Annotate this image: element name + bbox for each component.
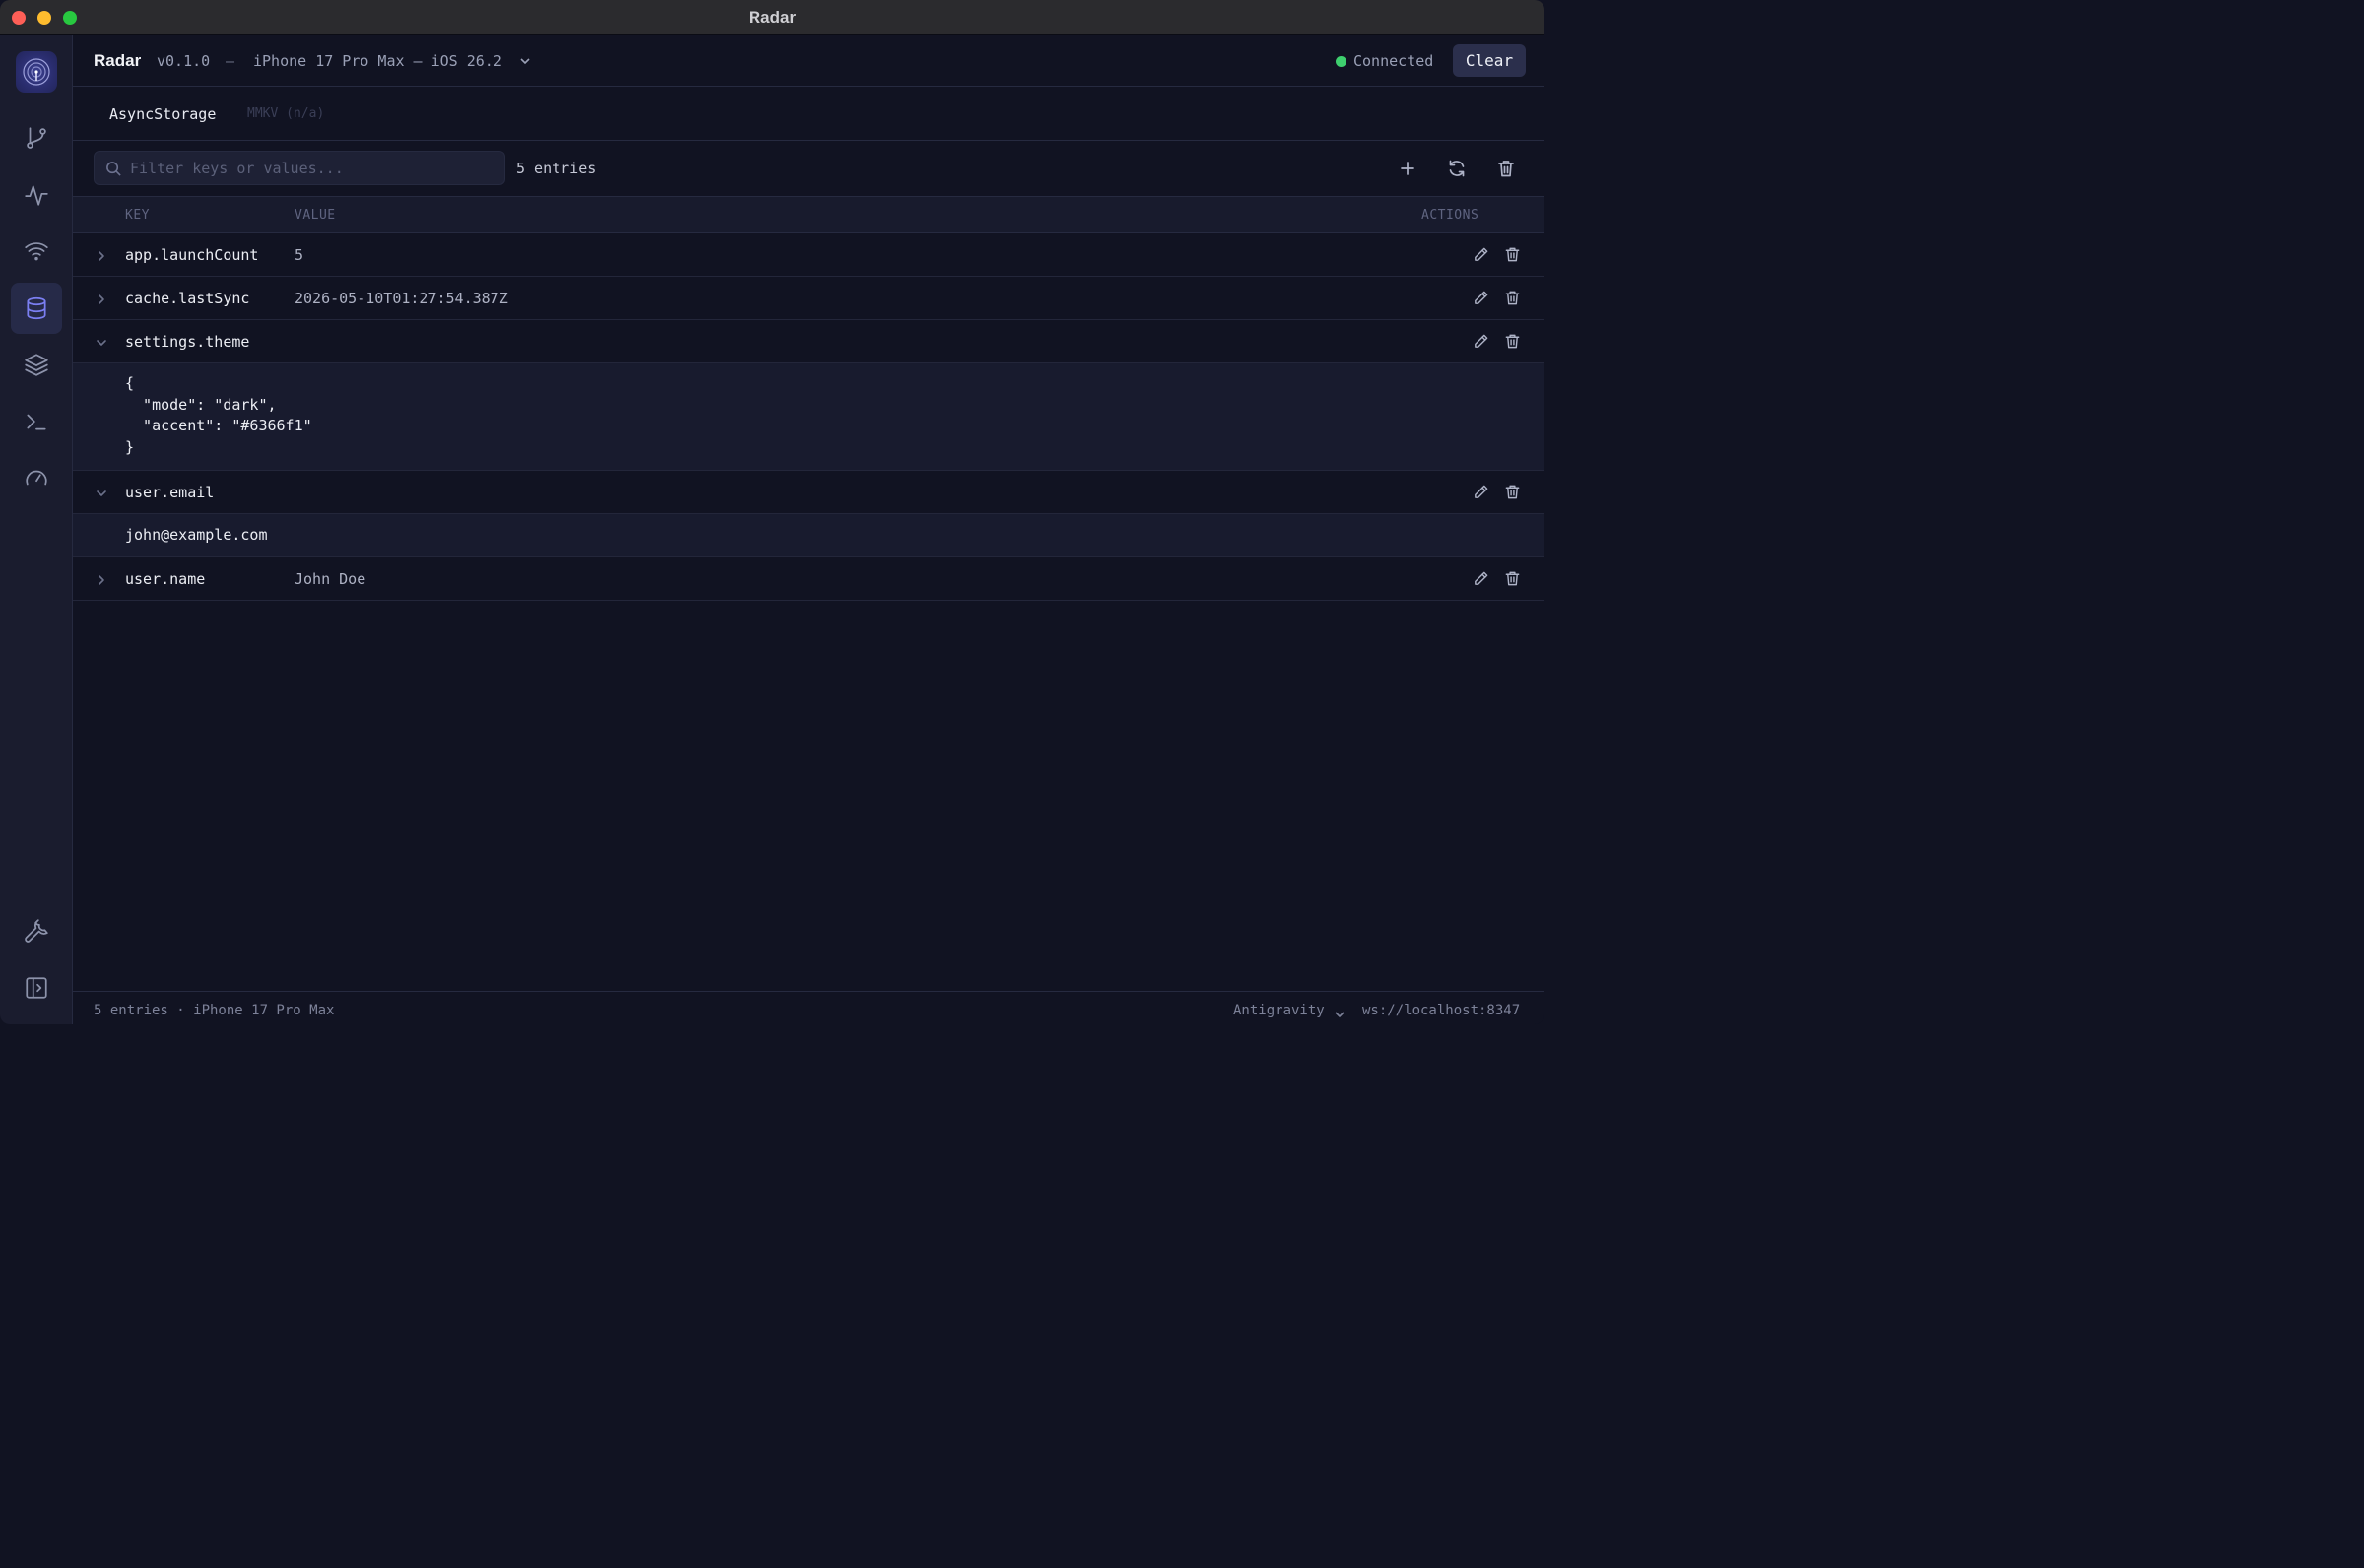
entry-count: 5 entries <box>516 160 597 177</box>
websocket-url: ws://localhost:8347 <box>1362 1003 1521 1018</box>
device-selector[interactable]: iPhone 17 Pro Max — iOS 26.2 <box>253 52 502 70</box>
search-icon <box>105 161 122 177</box>
delete-icon[interactable] <box>1504 246 1522 264</box>
edit-icon[interactable] <box>1473 570 1490 588</box>
add-icon[interactable] <box>1397 158 1418 179</box>
row-detail-json: { "mode": "dark", "accent": "#6366f1" } <box>125 374 312 456</box>
expanded-value-panel: { "mode": "dark", "accent": "#6366f1" } <box>73 363 1544 471</box>
table-row[interactable]: cache.lastSync 2026-05-10T01:27:54.387Z <box>73 277 1544 320</box>
chevron-down-icon[interactable] <box>1334 1006 1346 1018</box>
row-key: app.launchCount <box>125 246 259 264</box>
header-separator: — <box>226 52 235 70</box>
row-key: user.name <box>125 570 206 588</box>
app-version: v0.1.0 <box>157 52 211 70</box>
row-key: cache.lastSync <box>125 290 250 307</box>
table-row[interactable]: user.email <box>73 471 1544 514</box>
table-row[interactable]: user.name John Doe <box>73 557 1544 601</box>
git-branch-icon[interactable] <box>11 112 62 163</box>
sidebar-toggle-icon[interactable] <box>11 962 62 1013</box>
wifi-icon[interactable] <box>11 226 62 277</box>
app-name: Radar <box>94 51 142 70</box>
chevron-right-icon[interactable] <box>95 292 108 305</box>
search-box <box>94 151 505 185</box>
table-row[interactable]: app.launchCount 5 <box>73 233 1544 277</box>
layers-icon[interactable] <box>11 339 62 390</box>
row-value: 5 <box>295 246 304 264</box>
refresh-icon[interactable] <box>1446 158 1468 179</box>
column-header-key: KEY <box>125 208 150 223</box>
delete-icon[interactable] <box>1504 484 1522 501</box>
chevron-right-icon[interactable] <box>95 248 108 262</box>
chevron-down-icon[interactable] <box>518 53 532 67</box>
storage-tabs: AsyncStorage MMKV (n/a) <box>73 87 1544 141</box>
radar-logo-icon <box>16 51 57 93</box>
edit-icon[interactable] <box>1473 290 1490 307</box>
window-title: Radar <box>748 8 797 27</box>
row-key: user.email <box>125 484 215 501</box>
status-bar: 5 entries · iPhone 17 Pro Max Antigravit… <box>73 991 1544 1024</box>
chevron-down-icon[interactable] <box>95 486 108 499</box>
chevron-down-icon[interactable] <box>95 335 108 349</box>
connection-status: Connected <box>1353 52 1434 70</box>
table-row[interactable]: settings.theme <box>73 320 1544 363</box>
edit-icon[interactable] <box>1473 484 1490 501</box>
clear-button[interactable]: Clear <box>1453 44 1526 77</box>
tab-asyncstorage[interactable]: AsyncStorage <box>109 105 216 123</box>
database-icon[interactable] <box>11 283 62 334</box>
toolbar: 5 entries <box>73 141 1544 196</box>
delete-icon[interactable] <box>1504 570 1522 588</box>
column-header-value: VALUE <box>295 208 336 223</box>
activity-icon[interactable] <box>11 169 62 221</box>
edit-icon[interactable] <box>1473 333 1490 351</box>
search-input[interactable] <box>130 152 494 184</box>
terminal-icon[interactable] <box>11 396 62 447</box>
expanded-value-panel: john@example.com <box>73 514 1544 557</box>
gauge-icon[interactable] <box>11 452 62 503</box>
chevron-right-icon[interactable] <box>95 572 108 586</box>
delete-icon[interactable] <box>1504 333 1522 351</box>
editor-selector[interactable]: Antigravity <box>1233 1003 1325 1018</box>
column-header-actions: ACTIONS <box>1421 208 1479 223</box>
sidebar <box>0 35 73 1024</box>
table-header: KEY VALUE ACTIONS <box>73 196 1544 233</box>
row-key: settings.theme <box>125 333 250 351</box>
connection-status-dot <box>1336 56 1346 67</box>
tab-mmkv: MMKV (n/a) <box>247 106 325 121</box>
trash-icon[interactable] <box>1495 158 1517 179</box>
row-value: John Doe <box>295 570 366 588</box>
app-window: Radar Radar v0.1.0 — iPhone 17 Pro Max —… <box>0 0 1544 1024</box>
row-value: 2026-05-10T01:27:54.387Z <box>295 290 508 307</box>
edit-icon[interactable] <box>1473 246 1490 264</box>
header: Radar v0.1.0 — iPhone 17 Pro Max — iOS 2… <box>73 35 1544 87</box>
status-summary: 5 entries · iPhone 17 Pro Max <box>94 1003 335 1018</box>
delete-icon[interactable] <box>1504 290 1522 307</box>
row-detail-text: john@example.com <box>125 526 268 544</box>
wrench-icon[interactable] <box>11 905 62 956</box>
title-bar: Radar <box>0 0 1544 35</box>
